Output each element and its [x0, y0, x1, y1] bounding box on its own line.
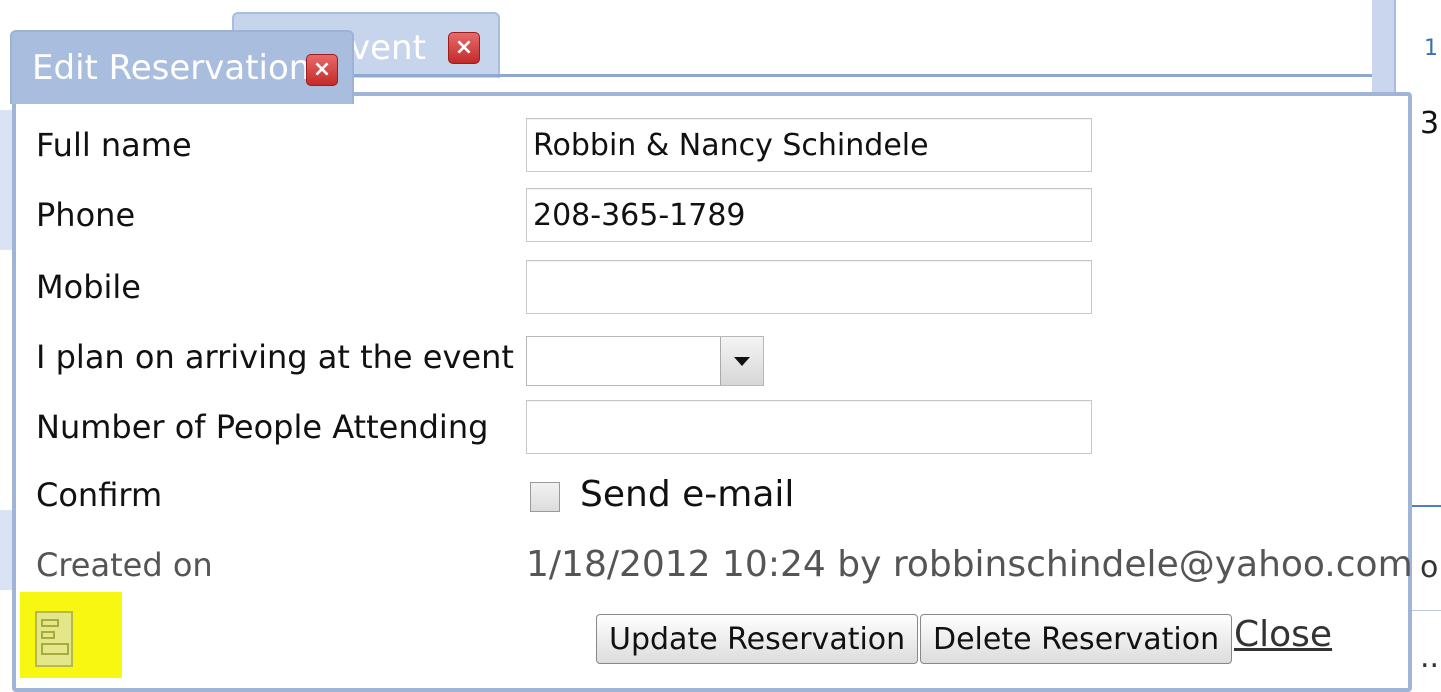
mobile-label: Mobile: [36, 268, 141, 306]
background-divider: [1412, 610, 1441, 611]
arriving-select[interactable]: [526, 336, 764, 386]
dropdown-button[interactable]: [720, 337, 763, 385]
background-text-fragment: o.: [1420, 550, 1441, 585]
close-link[interactable]: Close: [1234, 614, 1332, 655]
tab-bar-underline: [232, 74, 1372, 77]
arriving-label: I plan on arriving at the event: [36, 338, 514, 376]
update-reservation-button[interactable]: Update Reservation: [596, 614, 919, 664]
close-icon[interactable]: ×: [306, 54, 338, 86]
tab-edit-reservation[interactable]: Edit Reservation ×: [10, 30, 354, 104]
background-number-top: 1: [1424, 36, 1438, 61]
phone-label: Phone: [36, 196, 136, 234]
confirm-label: Confirm: [36, 476, 163, 514]
created-on-value: 1/18/2012 10:24 by robbinschindele@yahoo…: [526, 544, 1413, 585]
background-scroll-rail: [1372, 0, 1396, 100]
send-email-label[interactable]: Send e-mail: [580, 474, 794, 515]
full-name-label: Full name: [36, 126, 192, 164]
tab-event-label: vent: [350, 28, 426, 68]
people-attending-input[interactable]: [526, 400, 1092, 454]
mobile-input[interactable]: [526, 260, 1092, 314]
background-divider: [1412, 505, 1441, 507]
delete-reservation-button[interactable]: Delete Reservation: [920, 614, 1233, 664]
form-icon[interactable]: [34, 610, 74, 668]
people-attending-label: Number of People Attending: [36, 408, 489, 446]
close-icon[interactable]: ×: [448, 32, 480, 64]
edit-reservation-dialog: Full name Phone Mobile I plan on arrivin…: [12, 92, 1413, 692]
chevron-down-icon: [734, 356, 750, 366]
send-email-checkbox[interactable]: [530, 482, 560, 512]
created-on-label: Created on: [36, 546, 213, 584]
tab-edit-reservation-label: Edit Reservation: [32, 48, 311, 88]
background-number-mid: 3: [1420, 106, 1440, 141]
phone-input[interactable]: [526, 188, 1092, 242]
full-name-input[interactable]: [526, 118, 1092, 172]
background-text-fragment: ...: [1420, 640, 1441, 675]
